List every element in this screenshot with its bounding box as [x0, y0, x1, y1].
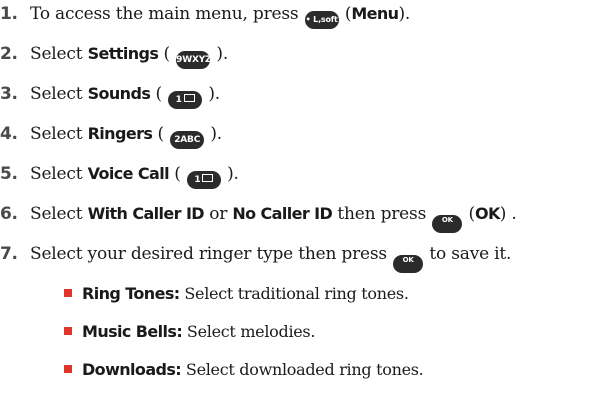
paren-open: (: [150, 84, 162, 104]
bullet-desc: Select traditional ring tones.: [184, 284, 409, 303]
step-2: 2. Select Settings ( 9WXYZ ).: [0, 42, 228, 69]
no-caller-id-label: No Caller ID: [232, 204, 333, 223]
paren-close: ).: [210, 124, 223, 144]
paren-open: (: [168, 164, 181, 184]
step-number: 2.: [0, 44, 18, 64]
left-softkey-icon: • L,soft: [304, 11, 339, 29]
step-text-end: to save it.: [429, 244, 512, 264]
paren-open: (: [339, 4, 352, 24]
paren-close: ).: [208, 84, 220, 104]
step-number: 1.: [0, 4, 18, 24]
step-text: Select: [30, 84, 83, 104]
step-number: 4.: [0, 124, 18, 144]
bullet-desc: Select downloaded ring tones.: [185, 360, 424, 379]
envelope-icon: [183, 94, 195, 102]
key-digit: 1: [194, 175, 201, 185]
bullet-item-ring-tones: Ring Tones: Select traditional ring tone…: [64, 283, 409, 305]
step-5: 5. Select Voice Call ( 1 ).: [0, 162, 239, 189]
instruction-document: 1. To access the main menu, press • L,sof…: [0, 0, 590, 398]
key-digit: 1: [175, 95, 182, 105]
sounds-label: Sounds: [87, 84, 151, 103]
paren-open: (: [152, 124, 165, 144]
bullet-desc: Select melodies.: [186, 322, 316, 341]
1-key-icon: 1: [168, 91, 203, 109]
paren-open: (: [463, 204, 476, 224]
step-text: Select: [30, 204, 83, 224]
1-key-icon: 1: [186, 171, 221, 189]
step-text: To access the main menu, press: [30, 4, 299, 24]
9-key-icon: 9WXYZ: [176, 51, 212, 69]
bullet-term: Ring Tones:: [82, 284, 180, 303]
bullet-item-downloads: Downloads: Select downloaded ring tones.: [64, 359, 424, 381]
step-6: 6. Select With Caller ID or No Caller ID …: [0, 202, 517, 233]
red-square-bullet: [64, 365, 72, 373]
paren-close: ).: [398, 4, 411, 24]
ok-key-icon: OK: [393, 255, 424, 273]
ringers-label: Ringers: [87, 124, 153, 143]
menu-label: Menu: [351, 4, 399, 23]
step-text: Select: [30, 44, 83, 64]
step-text-then: then press: [332, 204, 427, 224]
step-number: 5.: [0, 164, 18, 184]
step-1: 1. To access the main menu, press • L,sof…: [0, 2, 410, 29]
with-caller-id-label: With Caller ID: [87, 204, 205, 223]
step-number: 7.: [0, 244, 18, 264]
settings-label: Settings: [87, 44, 159, 63]
bullet-term: Downloads:: [82, 360, 182, 379]
envelope-icon: [202, 174, 214, 182]
step-7: 7. Select your desired ringer type then p…: [0, 242, 511, 273]
step-text-or: or: [203, 204, 233, 224]
paren-close: ).: [227, 164, 239, 184]
step-text: Select your desired ringer type then pre…: [30, 244, 387, 264]
paren-close: ).: [216, 44, 229, 64]
step-text: Select: [30, 124, 83, 144]
paren-close: ) .: [499, 204, 517, 224]
ok-key-icon: OK: [432, 215, 463, 233]
step-number: 6.: [0, 204, 18, 224]
red-square-bullet: [64, 327, 72, 335]
bullet-item-music-bells: Music Bells: Select melodies.: [64, 321, 315, 343]
voice-call-label: Voice Call: [87, 164, 170, 183]
paren-open: (: [158, 44, 171, 64]
bullet-term: Music Bells:: [82, 322, 183, 341]
red-square-bullet: [64, 289, 72, 297]
2-key-icon: 2ABC: [170, 131, 205, 149]
step-text: Select: [30, 164, 83, 184]
step-4: 4. Select Ringers ( 2ABC ).: [0, 122, 222, 149]
step-number: 3.: [0, 84, 18, 104]
step-3: 3. Select Sounds ( 1 ).: [0, 82, 220, 109]
ok-label: OK: [474, 204, 500, 223]
